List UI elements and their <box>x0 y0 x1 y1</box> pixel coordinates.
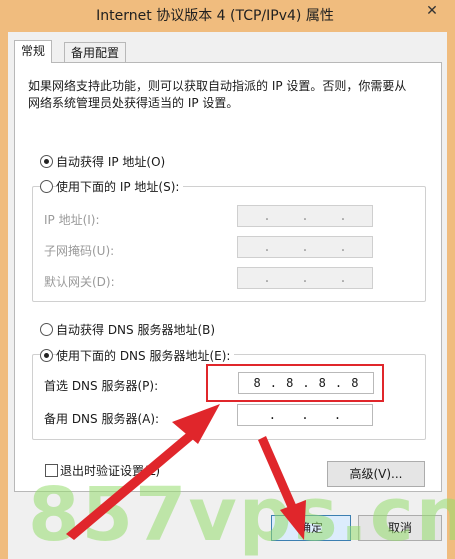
close-button[interactable]: ✕ <box>415 0 449 22</box>
ip-address-label: IP 地址(I): <box>44 213 100 227</box>
dns-auto-radio[interactable] <box>40 323 53 336</box>
dns-highlight-box <box>206 364 384 402</box>
window-title: Internet 协议版本 4 (TCP/IPv4) 属性 <box>96 8 334 24</box>
ip-manual-radio[interactable] <box>40 180 53 193</box>
dns-manual-label: 使用下面的 DNS 服务器地址(E): <box>56 347 235 364</box>
ip-manual-label: 使用下面的 IP 地址(S): <box>56 178 184 195</box>
dns-manual-radio[interactable] <box>40 349 53 362</box>
alternate-dns-field[interactable]: ... <box>237 404 373 426</box>
tab-general[interactable]: 常规 <box>14 40 53 63</box>
preferred-dns-label: 首选 DNS 服务器(P): <box>44 379 159 393</box>
ip-auto-radio[interactable] <box>40 155 53 168</box>
watermark: 857vps.cn <box>28 472 455 558</box>
description-text: 如果网络支持此功能，则可以获取自动指派的 IP 设置。否则，你需要从网络系统管理… <box>28 79 407 110</box>
subnet-mask-label: 子网掩码(U): <box>44 244 115 258</box>
alternate-dns-label: 备用 DNS 服务器(A): <box>44 412 160 426</box>
dns-auto-label: 自动获得 DNS 服务器地址(B) <box>56 323 216 337</box>
tab-alternate-config[interactable]: 备用配置 <box>64 42 127 63</box>
default-gateway-field: ... <box>237 267 373 289</box>
ip-auto-label: 自动获得 IP 地址(O) <box>56 155 166 169</box>
ip-address-field: ... <box>237 205 373 227</box>
subnet-mask-field: ... <box>237 236 373 258</box>
default-gateway-label: 默认网关(D): <box>44 275 115 289</box>
